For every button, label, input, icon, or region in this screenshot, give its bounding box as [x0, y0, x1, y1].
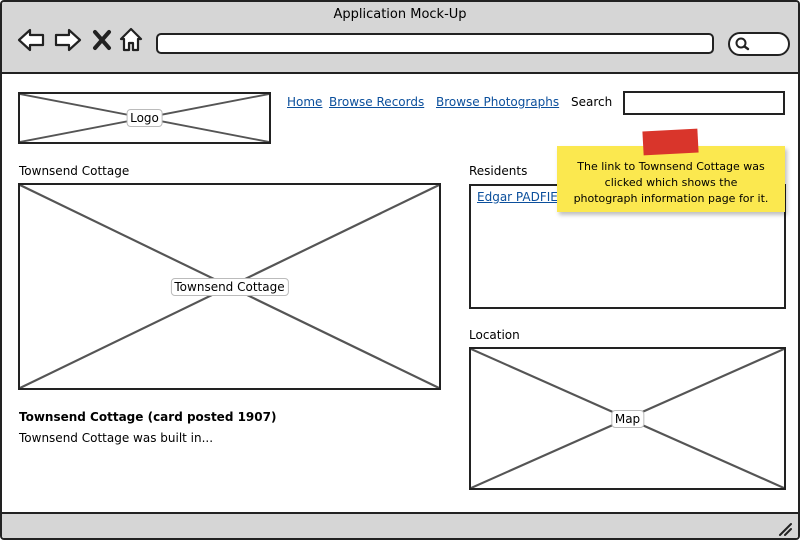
sticky-note-line: clicked which shows the [604, 176, 738, 189]
search-icon [735, 37, 750, 51]
photo-caption-title: Townsend Cottage (card posted 1907) [19, 410, 277, 424]
photograph-label: Townsend Cottage [170, 277, 289, 296]
nav-link-browse-photographs[interactable]: Browse Photographs [436, 95, 559, 109]
map-placeholder[interactable]: Map [469, 347, 786, 490]
resize-grip-icon[interactable] [778, 522, 792, 536]
photo-caption-text: Townsend Cottage was built in... [19, 431, 214, 445]
sticky-note: The link to Townsend Cottage was clicked… [557, 146, 785, 212]
photograph-image: Townsend Cottage [18, 183, 441, 390]
home-icon[interactable] [118, 26, 144, 54]
location-label: Location [469, 328, 520, 342]
window-title: Application Mock-Up [333, 7, 467, 22]
nav-link-browse-records[interactable]: Browse Records [329, 95, 424, 109]
browser-window: Application Mock-Up Logo Home Browse Rec… [0, 0, 800, 540]
search-label: Search [571, 95, 613, 109]
browser-search-field[interactable] [728, 32, 790, 56]
search-input[interactable] [623, 91, 785, 115]
page-title: Townsend Cottage [19, 164, 130, 178]
status-bar [2, 512, 798, 538]
logo-label: Logo [126, 109, 163, 127]
title-bar: Application Mock-Up [2, 2, 798, 74]
nav-link-home[interactable]: Home [287, 95, 322, 109]
residents-label: Residents [469, 164, 528, 178]
close-x-icon[interactable] [90, 26, 114, 54]
forward-arrow-icon[interactable] [53, 26, 83, 54]
map-label: Map [610, 409, 645, 428]
address-bar[interactable] [156, 33, 714, 54]
back-arrow-icon[interactable] [16, 26, 46, 54]
sticky-note-line: photograph information page for it. [573, 192, 769, 205]
sticky-note-tape [642, 128, 699, 156]
logo-placeholder: Logo [18, 92, 271, 144]
sticky-note-line: The link to Townsend Cottage was [577, 160, 765, 173]
